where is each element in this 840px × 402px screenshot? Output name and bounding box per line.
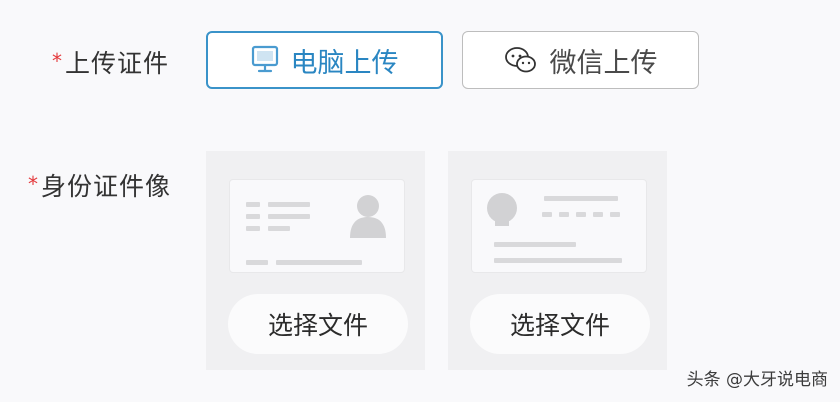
required-mark: * [28,172,39,196]
id-back-upload-panel: 选择文件 [448,151,667,370]
monitor-icon [251,45,279,75]
id-label-text: 身份证件像 [41,172,172,201]
wechat-icon [504,45,538,75]
choose-file-front-button[interactable]: 选择文件 [228,294,408,354]
wechat-upload-button[interactable]: 微信上传 [462,31,699,89]
id-card-front-icon [229,179,405,273]
pc-upload-label: 电脑上传 [290,47,399,79]
pc-upload-button[interactable]: 电脑上传 [206,31,443,89]
required-mark: * [52,49,63,73]
watermark: 头条 @大牙说电商 [686,370,828,390]
id-photo-label: *身份证件像 [28,167,171,203]
upload-label-text: 上传证件 [65,49,170,78]
wechat-upload-label: 微信上传 [549,47,658,79]
upload-method-label: *上传证件 [52,44,169,80]
choose-file-back-button[interactable]: 选择文件 [470,294,650,354]
id-card-back-icon [471,179,647,273]
id-front-upload-panel: 选择文件 [206,151,425,370]
